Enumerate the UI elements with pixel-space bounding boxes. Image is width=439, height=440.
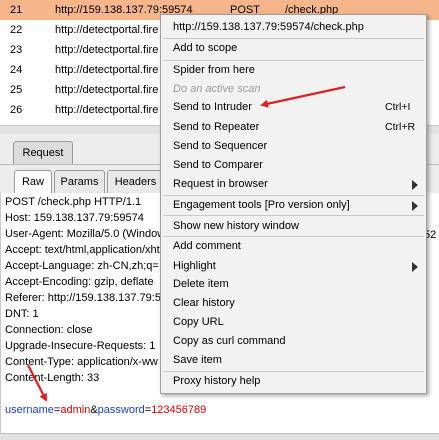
menu-add-comment[interactable]: Add comment [161, 237, 426, 256]
row-host: http://detectportal.fire [55, 44, 159, 56]
row-host: http://detectportal.fire [55, 24, 159, 36]
request-body: username=admin&password=123456789 [5, 403, 206, 418]
menu-add-to-scope[interactable]: Add to scope [161, 39, 426, 58]
submenu-arrow-icon [412, 201, 418, 211]
shortcut-ctrl-r: Ctrl+R [385, 121, 416, 133]
menu-save-item[interactable]: Save item [161, 351, 426, 370]
request-line: POST /check.php HTTP/1.1 [5, 196, 142, 208]
row-host: http://detectportal.fire [55, 64, 159, 76]
header-line: Connection: close [5, 324, 93, 336]
row-host: http://detectportal.fire [55, 84, 159, 96]
param-value-password: 123456789 [151, 404, 207, 416]
menu-copy-url[interactable]: Copy URL [161, 313, 426, 332]
menu-separator [163, 215, 424, 216]
tab-headers[interactable]: Headers [107, 170, 164, 193]
shortcut-ctrl-i: Ctrl+I [385, 101, 411, 113]
param-name-password: password [97, 404, 145, 416]
header-line: User-Agent: Mozilla/5.0 (Window [5, 228, 166, 240]
submenu-arrow-icon [412, 262, 418, 272]
row-number: 21 [10, 4, 23, 16]
tab-raw[interactable]: Raw [14, 170, 52, 193]
header-line: Upgrade-Insecure-Requests: 1 [5, 340, 156, 352]
menu-request-in-browser[interactable]: Request in browser [161, 175, 426, 194]
header-line: Accept-Language: zh-CN,zh;q= [5, 260, 159, 272]
header-line: DNT: 1 [5, 308, 39, 320]
menu-copy-as-curl[interactable]: Copy as curl command [161, 332, 426, 351]
menu-engagement-tools[interactable]: Engagement tools [Pro version only] [161, 196, 426, 215]
row-number: 24 [10, 64, 23, 76]
menu-proxy-history-help[interactable]: Proxy history help [161, 372, 426, 391]
tab-params[interactable]: Params [54, 170, 105, 193]
header-line: Accept-Encoding: gzip, deflate [5, 276, 154, 288]
header-line: Host: 159.138.137.79:59574 [5, 212, 144, 224]
menu-show-new-history-window[interactable]: Show new history window [161, 217, 426, 236]
header-line: Content-Type: application/x-ww [5, 356, 158, 368]
context-menu: http://159.138.137.79:59574/check.php Ad… [160, 14, 427, 394]
row-number: 25 [10, 84, 23, 96]
menu-spider-from-here[interactable]: Spider from here [161, 61, 426, 80]
header-line: Referer: http://159.138.137.79:5 [5, 292, 161, 304]
menu-highlight[interactable]: Highlight [161, 257, 426, 276]
row-number: 26 [10, 104, 23, 116]
menu-send-to-repeater[interactable]: Send to Repeater Ctrl+R [161, 118, 426, 137]
menu-header-url: http://159.138.137.79:59574/check.php [173, 21, 364, 33]
tab-request[interactable]: Request [13, 141, 73, 164]
row-number: 23 [10, 44, 23, 56]
menu-delete-item[interactable]: Delete item [161, 275, 426, 294]
header-line: Accept: text/html,application/xht [5, 244, 160, 256]
param-value-username: admin [60, 404, 91, 416]
menu-send-to-intruder[interactable]: Send to Intruder Ctrl+I [161, 98, 426, 117]
menu-clear-history[interactable]: Clear history [161, 294, 426, 313]
header-line: Content-Length: 33 [5, 372, 100, 384]
submenu-arrow-icon [412, 180, 418, 190]
menu-active-scan: Do an active scan [173, 83, 261, 95]
menu-send-to-comparer[interactable]: Send to Comparer [161, 156, 426, 175]
param-separator: & [90, 404, 98, 416]
menu-send-to-sequencer[interactable]: Send to Sequencer [161, 137, 426, 156]
param-name-username: username [5, 404, 54, 416]
row-number: 22 [10, 24, 23, 36]
row-host: http://detectportal.fire [55, 104, 159, 116]
